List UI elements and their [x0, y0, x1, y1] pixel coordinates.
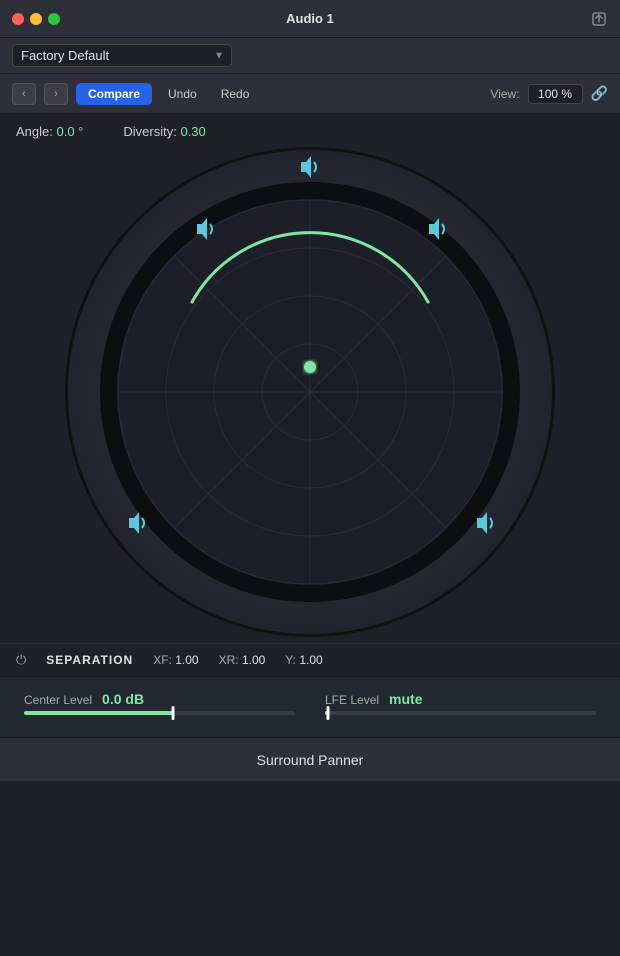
center-level-value: 0.0 dB	[102, 691, 144, 707]
export-icon[interactable]	[590, 10, 608, 28]
lfe-level-value: mute	[389, 691, 422, 707]
panner-visualizer[interactable]	[65, 147, 555, 637]
lfe-level-label: LFE Level	[325, 693, 379, 707]
maximize-button[interactable]	[48, 13, 60, 25]
footer-title: Surround Panner	[257, 752, 364, 768]
link-icon[interactable]: 🔗	[591, 85, 608, 102]
undo-button[interactable]: Undo	[160, 83, 205, 105]
center-level-label: Center Level	[24, 693, 92, 707]
xf-param: XF: 1.00	[153, 653, 198, 667]
footer: Surround Panner	[0, 737, 620, 781]
window-title: Audio 1	[286, 11, 334, 26]
speaker-top-left[interactable]	[193, 215, 221, 243]
center-level-header: Center Level 0.0 dB	[24, 691, 295, 707]
angle-param: Angle: 0.0 °	[16, 124, 83, 139]
y-param: Y: 1.00	[285, 653, 322, 667]
xr-label: XR:	[219, 653, 239, 667]
separation-bar: ⏻ SEPARATION XF: 1.00 XR: 1.00 Y: 1.00	[0, 643, 620, 676]
minimize-button[interactable]	[30, 13, 42, 25]
center-level-thumb[interactable]	[172, 706, 175, 720]
level-row: Center Level 0.0 dB LFE Level mute	[24, 691, 596, 715]
view-value[interactable]: 100 %	[528, 84, 583, 104]
xf-value: 1.00	[175, 653, 198, 667]
back-button[interactable]: ‹	[12, 83, 36, 105]
redo-button[interactable]: Redo	[213, 83, 258, 105]
xf-label: XF:	[153, 653, 172, 667]
bottom-controls: Center Level 0.0 dB LFE Level mute	[0, 676, 620, 737]
y-value: 1.00	[299, 653, 322, 667]
speaker-top[interactable]	[297, 153, 325, 181]
diversity-label: Diversity:	[123, 124, 176, 139]
lfe-level-thumb[interactable]	[326, 706, 329, 720]
speaker-bottom-right[interactable]	[473, 509, 501, 537]
speaker-top-right[interactable]	[425, 215, 453, 243]
lfe-level-slider[interactable]	[325, 711, 596, 715]
forward-button[interactable]: ›	[44, 83, 68, 105]
close-button[interactable]	[12, 13, 24, 25]
power-icon[interactable]: ⏻	[16, 652, 26, 668]
title-bar: Audio 1	[0, 0, 620, 38]
separation-label: SEPARATION	[46, 653, 133, 667]
panner-svg	[65, 147, 555, 637]
diversity-param: Diversity: 0.30	[123, 124, 205, 139]
preset-wrapper: Factory Default ▼	[12, 44, 232, 67]
compare-button[interactable]: Compare	[76, 83, 152, 105]
lfe-level-header: LFE Level mute	[325, 691, 596, 707]
traffic-lights	[12, 13, 60, 25]
y-label: Y:	[285, 653, 296, 667]
xr-value: 1.00	[242, 653, 265, 667]
speaker-bottom-left[interactable]	[125, 509, 153, 537]
panner-area: Angle: 0.0 ° Diversity: 0.30	[0, 114, 620, 643]
xr-param: XR: 1.00	[219, 653, 266, 667]
preset-select[interactable]: Factory Default	[12, 44, 232, 67]
angle-label: Angle:	[16, 124, 53, 139]
angle-value: 0.0 °	[57, 124, 84, 139]
lfe-level-group: LFE Level mute	[325, 691, 596, 715]
diversity-value: 0.30	[180, 124, 205, 139]
params-row: Angle: 0.0 ° Diversity: 0.30	[16, 124, 604, 139]
toolbar: ‹ › Compare Undo Redo View: 100 % 🔗	[0, 74, 620, 114]
center-level-fill	[24, 711, 173, 715]
center-level-group: Center Level 0.0 dB	[24, 691, 295, 715]
view-label: View:	[490, 87, 519, 101]
center-level-slider[interactable]	[24, 711, 295, 715]
preset-bar: Factory Default ▼	[0, 38, 620, 74]
